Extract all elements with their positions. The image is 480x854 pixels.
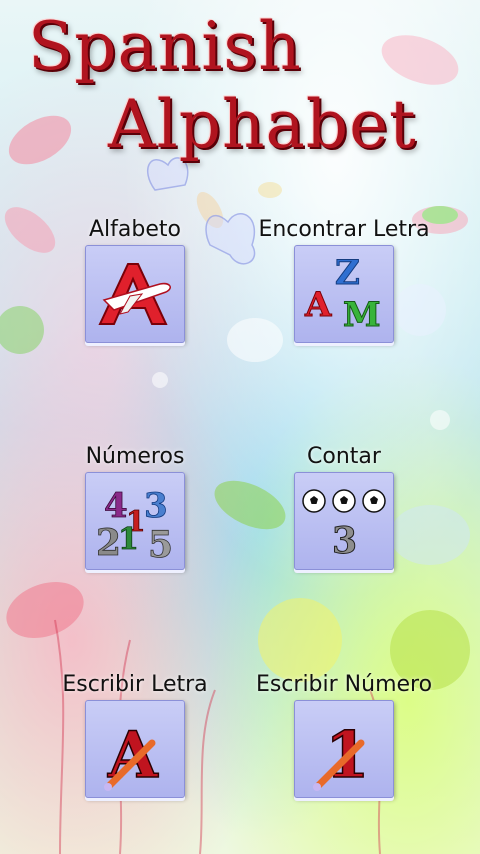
escribir-numero-label: Escribir Número	[255, 672, 433, 697]
glyph-3: 3	[332, 520, 357, 562]
glyph-a: A	[304, 285, 332, 325]
encontrar-letra-label: Encontrar Letra	[258, 217, 430, 242]
glyph-1b: 1	[118, 522, 139, 557]
soccer-ball-icon	[332, 489, 356, 513]
alfabeto-label: Alfabeto	[89, 217, 181, 242]
soccer-ball-icon	[362, 489, 386, 513]
app-title-line2: Alphabet	[108, 86, 417, 163]
glyph-5: 5	[148, 524, 173, 563]
numeros-label: Números	[85, 444, 185, 469]
app-title-line1: Spanish	[28, 8, 302, 85]
letters-azm-icon: Z A M	[299, 254, 389, 334]
encontrar-letra-button[interactable]: Z A M	[294, 245, 394, 343]
contar-button[interactable]: 3	[294, 472, 394, 570]
soccer-ball-icon	[302, 489, 326, 513]
numeros-button[interactable]: 4 1 3 2 1 5	[85, 472, 185, 570]
escribir-letra-button[interactable]: A	[85, 700, 185, 798]
glyph-m: M	[343, 295, 381, 334]
glyph-z: Z	[335, 254, 360, 293]
menu-item-alfabeto[interactable]: Alfabeto	[35, 215, 235, 343]
glyph-3: 3	[144, 486, 168, 526]
escribir-letra-label: Escribir Letra	[62, 672, 208, 697]
menu-item-contar[interactable]: Contar 3	[244, 442, 444, 570]
contar-label: Contar	[307, 444, 381, 469]
menu-item-escribir-letra[interactable]: Escribir Letra A	[35, 670, 235, 798]
escribir-numero-button[interactable]: 1	[294, 700, 394, 798]
write-letter-a-icon: A	[90, 707, 180, 791]
glyph-4: 4	[104, 486, 128, 526]
letter-a-airplane-icon	[90, 254, 180, 334]
soccer-balls-count-icon: 3	[298, 479, 390, 563]
menu-item-escribir-numero[interactable]: Escribir Número 1	[244, 670, 444, 798]
numbers-icon: 4 1 3 2 1 5	[90, 479, 180, 563]
menu-item-numeros[interactable]: Números 4 1 3 2 1 5	[35, 442, 235, 570]
alfabeto-button[interactable]	[85, 245, 185, 343]
menu-item-encontrar-letra[interactable]: Encontrar Letra Z A M	[244, 215, 444, 343]
write-number-1-icon: 1	[299, 707, 389, 791]
